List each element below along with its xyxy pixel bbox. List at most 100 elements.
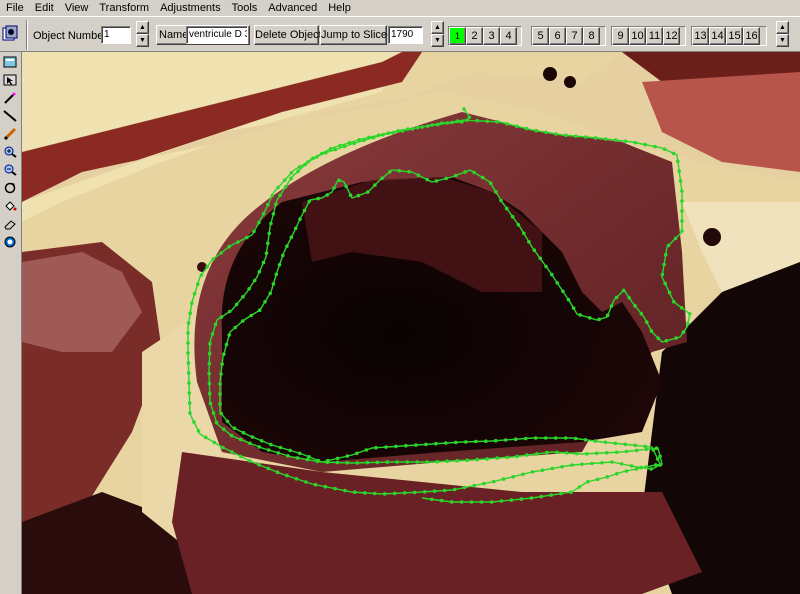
contour-point[interactable]	[604, 451, 609, 455]
contour-point[interactable]	[347, 140, 352, 145]
contour-point[interactable]	[580, 462, 584, 467]
contour-point[interactable]	[227, 244, 231, 249]
contour-point[interactable]	[282, 178, 287, 182]
contour-point[interactable]	[302, 208, 307, 213]
contour-point[interactable]	[495, 120, 500, 124]
contour-point[interactable]	[540, 468, 545, 473]
contour-point[interactable]	[210, 332, 215, 336]
contour-point[interactable]	[274, 202, 278, 206]
contour-point[interactable]	[232, 426, 237, 431]
object-button-11[interactable]: 11	[646, 27, 663, 45]
contour-point[interactable]	[600, 461, 604, 465]
contour-point[interactable]	[516, 223, 521, 227]
contour-point[interactable]	[609, 304, 614, 308]
contour-point[interactable]	[395, 460, 400, 464]
contour-point[interactable]	[269, 221, 273, 226]
contour-point[interactable]	[422, 490, 427, 494]
contour-point[interactable]	[269, 442, 273, 447]
contour-point[interactable]	[283, 185, 288, 189]
contour-point[interactable]	[667, 290, 672, 295]
contour-point[interactable]	[633, 140, 638, 145]
contour-point[interactable]	[639, 311, 644, 316]
contour-point[interactable]	[439, 498, 444, 503]
contour-point[interactable]	[285, 244, 289, 248]
contour-point[interactable]	[241, 319, 245, 323]
slice-image[interactable]	[22, 52, 800, 594]
contour-point[interactable]	[533, 436, 538, 440]
contour-point[interactable]	[521, 472, 525, 477]
menu-adjustments[interactable]: Adjustments	[154, 0, 226, 16]
contour-point[interactable]	[236, 240, 240, 244]
contour-point[interactable]	[454, 173, 458, 178]
contour-point[interactable]	[250, 435, 255, 439]
contour-point[interactable]	[221, 427, 226, 432]
contour-point[interactable]	[425, 177, 430, 182]
contour-point[interactable]	[219, 372, 223, 376]
object-button-14[interactable]: 14	[709, 27, 726, 45]
contour-point[interactable]	[248, 459, 252, 463]
contour-point[interactable]	[449, 500, 454, 504]
contour-point[interactable]	[338, 143, 342, 148]
menu-tools[interactable]: Tools	[226, 0, 263, 16]
contour-point[interactable]	[345, 454, 350, 458]
contour-point[interactable]	[472, 483, 477, 488]
contour-point[interactable]	[459, 500, 464, 504]
spin-down-icon[interactable]: ▼	[776, 34, 789, 47]
contour-point[interactable]	[281, 253, 285, 258]
contour-point[interactable]	[382, 492, 387, 496]
contour-point[interactable]	[644, 320, 649, 324]
contour-point[interactable]	[212, 440, 217, 445]
contour-point[interactable]	[345, 461, 350, 465]
contour-point[interactable]	[241, 295, 245, 299]
line-icon[interactable]	[2, 109, 18, 123]
contour-point[interactable]	[623, 442, 628, 447]
menu-file[interactable]: File	[0, 0, 29, 16]
contour-point[interactable]	[653, 144, 657, 149]
contour-point[interactable]	[614, 450, 619, 455]
contour-point[interactable]	[499, 198, 503, 203]
contour-point[interactable]	[469, 500, 474, 504]
contour-point[interactable]	[190, 301, 194, 306]
contour-point[interactable]	[186, 341, 190, 345]
contour-point[interactable]	[424, 442, 428, 447]
contour-point[interactable]	[426, 124, 430, 128]
contour-point[interactable]	[207, 351, 212, 356]
object-button-7[interactable]: 7	[566, 27, 583, 45]
contour-point[interactable]	[462, 107, 466, 111]
contour-point[interactable]	[503, 438, 508, 442]
contour-point[interactable]	[570, 463, 574, 467]
contour-point[interactable]	[394, 444, 398, 449]
contour-point[interactable]	[613, 441, 618, 446]
group-spinner[interactable]: ▲ ▼	[776, 21, 789, 47]
menu-edit[interactable]: Edit	[29, 0, 59, 16]
contour-point[interactable]	[261, 211, 266, 216]
contour-point[interactable]	[267, 231, 271, 236]
spin-down-icon[interactable]: ▼	[136, 34, 149, 47]
contour-point[interactable]	[376, 133, 381, 137]
contour-point[interactable]	[289, 171, 294, 175]
contour-point[interactable]	[192, 291, 197, 296]
contour-point[interactable]	[587, 316, 592, 320]
contour-point[interactable]	[372, 491, 377, 496]
contour-point[interactable]	[494, 190, 498, 194]
contour-point[interactable]	[553, 436, 558, 440]
contour-point[interactable]	[534, 128, 538, 133]
contour-point[interactable]	[660, 272, 665, 277]
contour-point[interactable]	[352, 141, 357, 146]
image-viewport[interactable]	[22, 52, 800, 594]
select-icon[interactable]	[2, 73, 18, 87]
contour-point[interactable]	[278, 193, 282, 197]
contour-point[interactable]	[365, 460, 370, 465]
contour-point[interactable]	[545, 450, 549, 455]
contour-point[interactable]	[524, 126, 529, 131]
contour-point[interactable]	[614, 295, 619, 300]
contour-point[interactable]	[677, 169, 681, 173]
contour-point[interactable]	[304, 480, 308, 484]
contour-point[interactable]	[594, 451, 599, 456]
contour-point[interactable]	[633, 304, 637, 308]
contour-point[interactable]	[569, 490, 573, 495]
jump-to-slice-button[interactable]: Jump to Slice->	[320, 25, 397, 45]
contour-point[interactable]	[634, 467, 638, 471]
contour-point[interactable]	[564, 133, 568, 138]
contour-point[interactable]	[543, 436, 548, 440]
